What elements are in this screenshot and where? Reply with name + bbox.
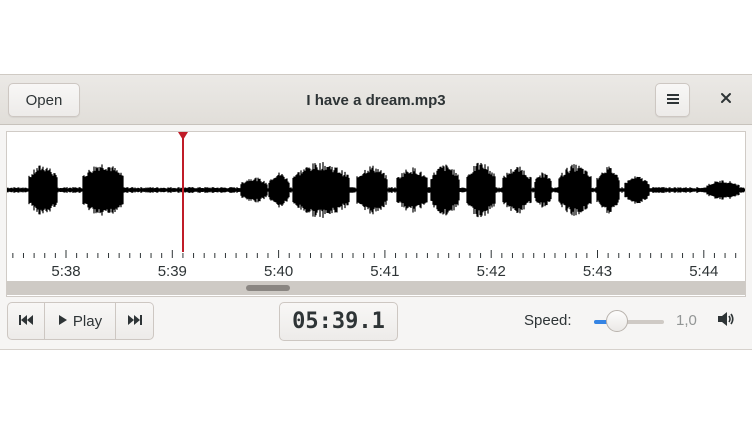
time-display: 05:39.1 bbox=[279, 302, 398, 341]
menu-button[interactable] bbox=[655, 83, 690, 117]
timeline-label: 5:40 bbox=[264, 263, 293, 280]
transport-controls: Play bbox=[7, 302, 154, 340]
waveform-shape bbox=[7, 162, 745, 218]
timeline-label: 5:38 bbox=[51, 263, 80, 280]
speed-slider-knob[interactable] bbox=[606, 310, 629, 332]
close-button[interactable] bbox=[712, 85, 740, 115]
timeline-ticks bbox=[12, 250, 737, 258]
speed-value: 1,0 bbox=[676, 312, 697, 329]
timeline-label: 5:44 bbox=[689, 263, 718, 280]
play-button[interactable]: Play bbox=[45, 302, 116, 340]
skip-backward-button[interactable] bbox=[7, 302, 45, 340]
window-title: I have a dream.mp3 bbox=[306, 91, 446, 109]
volume-button[interactable] bbox=[714, 309, 738, 333]
header-bar: Open I have a dream.mp3 bbox=[0, 75, 752, 125]
play-icon bbox=[58, 313, 68, 330]
open-button[interactable]: Open bbox=[8, 83, 80, 117]
skip-backward-icon bbox=[18, 313, 34, 330]
speed-slider[interactable] bbox=[594, 320, 664, 324]
close-icon bbox=[720, 91, 732, 109]
speed-label: Speed: bbox=[524, 312, 572, 329]
timeline-labels: 5:38 5:39 5:40 5:41 5:42 5:43 5:44 bbox=[51, 263, 718, 280]
timeline-label: 5:43 bbox=[583, 263, 612, 280]
timeline-label: 5:42 bbox=[477, 263, 506, 280]
waveform-view[interactable]: 5:38 5:39 5:40 5:41 5:42 5:43 5:44 bbox=[6, 131, 746, 297]
play-label: Play bbox=[72, 312, 103, 330]
hamburger-menu-icon bbox=[666, 92, 680, 109]
skip-forward-icon bbox=[127, 313, 143, 330]
skip-forward-button[interactable] bbox=[116, 302, 154, 340]
app-window: Open I have a dream.mp3 5:38 5:39 5:40 5… bbox=[0, 74, 752, 350]
scrollbar-thumb[interactable] bbox=[246, 285, 290, 291]
waveform-canvas[interactable]: 5:38 5:39 5:40 5:41 5:42 5:43 5:44 bbox=[7, 132, 745, 296]
horizontal-scrollbar[interactable] bbox=[7, 281, 745, 295]
timeline-label: 5:39 bbox=[158, 263, 187, 280]
timeline-label: 5:41 bbox=[370, 263, 399, 280]
speaker-volume-icon bbox=[717, 311, 735, 332]
